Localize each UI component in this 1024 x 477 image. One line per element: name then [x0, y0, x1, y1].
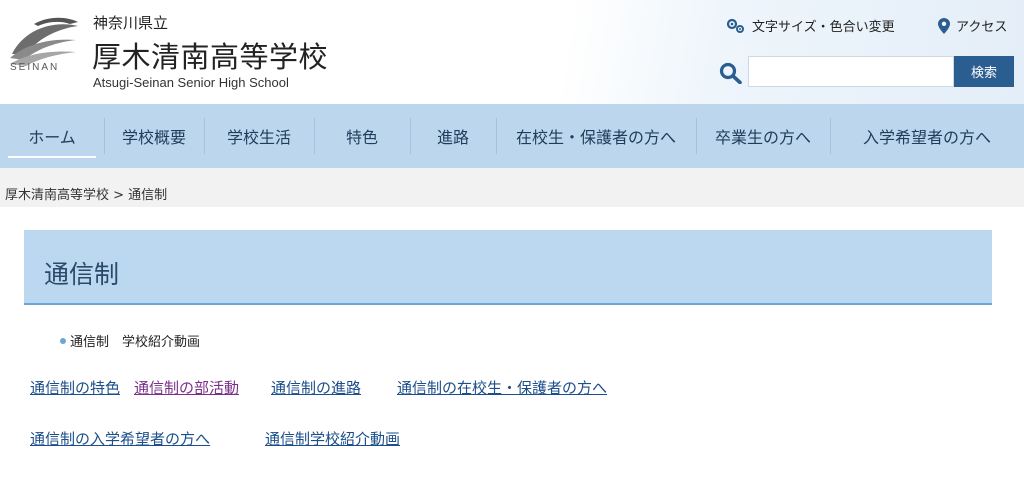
school-name-en: Atsugi-Seinan Senior High School — [93, 75, 289, 90]
nav-label: 学校生活 — [226, 128, 291, 147]
nav-item-career[interactable]: 進路 — [410, 104, 496, 168]
link-intro-video[interactable]: 通信制学校紹介動画 — [265, 428, 400, 449]
page-title: 通信制 — [44, 260, 120, 289]
nav-item-graduates[interactable]: 卒業生の方へ — [696, 104, 830, 168]
link-features[interactable]: 通信制の特色 — [30, 377, 120, 398]
logo-text: SEINAN — [10, 62, 60, 73]
school-name[interactable]: 厚木清南高等学校 — [92, 34, 328, 76]
nav-item-features[interactable]: 特色 — [314, 104, 410, 168]
text-size-color-link[interactable]: 文字サイズ・色合い変更 — [726, 16, 895, 35]
link-students-parents[interactable]: 通信制の在校生・保護者の方へ — [397, 377, 607, 398]
nav-item-students-parents[interactable]: 在校生・保護者の方へ — [496, 104, 696, 168]
global-nav: ホーム 学校概要 学校生活 特色 進路 在校生・保護者の方へ 卒業生の方へ 入学… — [0, 104, 1024, 168]
nav-label: 進路 — [436, 128, 469, 147]
search-icon[interactable] — [719, 62, 743, 84]
access-link[interactable]: アクセス — [938, 16, 1007, 35]
nav-label: ホーム — [28, 128, 76, 147]
nav-item-home[interactable]: ホーム — [0, 104, 104, 168]
nav-item-applicants[interactable]: 入学希望者の方へ — [830, 104, 1024, 168]
nav-item-about[interactable]: 学校概要 — [104, 104, 204, 168]
text-size-label: 文字サイズ・色合い変更 — [752, 20, 895, 35]
access-label: アクセス — [956, 20, 1008, 35]
breadcrumb[interactable]: 厚木清南高等学校 > 通信制 — [5, 184, 167, 203]
link-career[interactable]: 通信制の進路 — [271, 377, 361, 398]
link-club-activities[interactable]: 通信制の部活動 — [134, 377, 239, 398]
search-button[interactable]: 検索 — [954, 56, 1014, 87]
map-pin-icon — [938, 17, 950, 34]
nav-label: 特色 — [345, 128, 378, 147]
nav-label: 学校概要 — [121, 128, 186, 147]
search-input[interactable] — [748, 56, 954, 87]
nav-label: 入学希望者の方へ — [862, 128, 991, 147]
list-item-video[interactable]: 通信制 学校紹介動画 — [70, 331, 200, 350]
link-applicants[interactable]: 通信制の入学希望者の方へ — [30, 428, 210, 449]
page-title-box — [24, 230, 992, 305]
prefecture-label: 神奈川県立 — [93, 14, 169, 32]
nav-item-school-life[interactable]: 学校生活 — [204, 104, 314, 168]
bullet-dot — [60, 338, 66, 344]
gear-icon — [726, 18, 744, 33]
nav-label: 卒業生の方へ — [714, 128, 811, 147]
nav-label: 在校生・保護者の方へ — [515, 128, 676, 147]
